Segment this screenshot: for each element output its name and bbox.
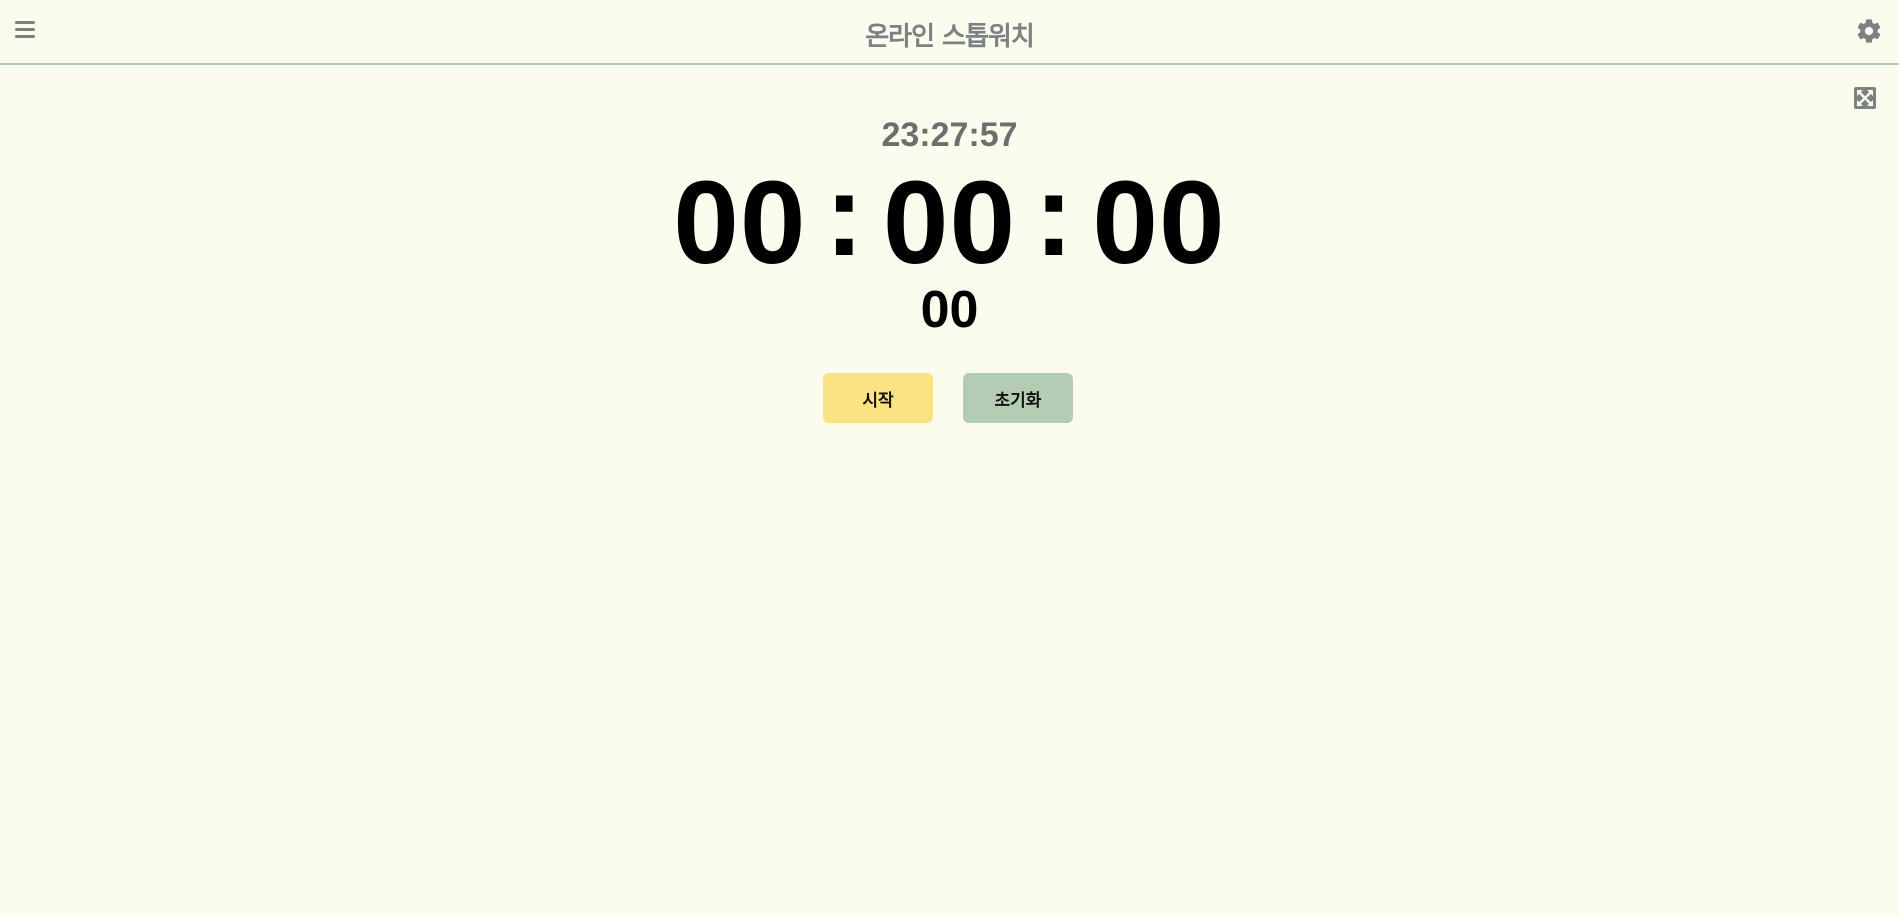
minutes-value: 00 <box>882 157 1017 289</box>
centiseconds-value: 00 <box>920 281 979 339</box>
hours-value: 00 <box>673 157 807 289</box>
page-title: 온라인 스톱워치 <box>865 22 1035 52</box>
header-bar: 온라인 스톱워치 <box>0 0 1899 65</box>
start-button[interactable]: 시작 <box>823 373 933 423</box>
time-separator: : <box>824 149 865 281</box>
seconds-value: 00 <box>1092 157 1226 289</box>
settings-button[interactable] <box>1855 17 1883 45</box>
fullscreen-button[interactable] <box>1853 86 1877 110</box>
expand-icon <box>1854 87 1876 109</box>
gear-icon <box>1857 19 1881 43</box>
reset-button[interactable]: 초기화 <box>963 373 1073 423</box>
current-time-display: 23:27:57 <box>881 116 1018 154</box>
stopwatch-display: 00:00:00 <box>0 155 1899 283</box>
time-separator: : <box>1034 149 1075 281</box>
